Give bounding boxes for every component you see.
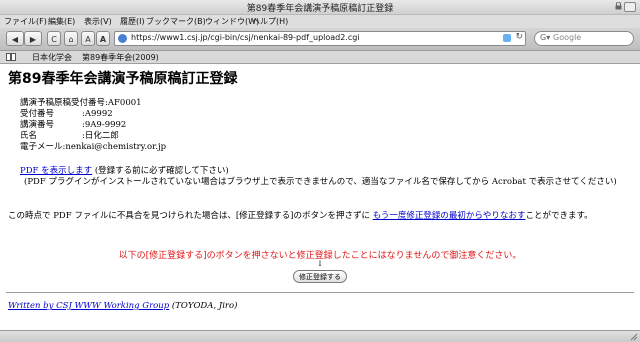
rss-icon[interactable]	[503, 34, 511, 42]
error-instructions: この時点で PDF ファイルに不具合を見つけられた場合は、[修正登録する]のボタ…	[8, 211, 633, 222]
home-button[interactable]: ⌂	[64, 31, 78, 46]
menu-help[interactable]: ヘルプ(H)	[252, 16, 288, 27]
divider	[6, 292, 634, 293]
menu-bar: ファイル(F) 編集(E) 表示(V) 履歴(I) ブックマーク(B) ウィンド…	[0, 15, 640, 28]
navigation-toolbar: ◀ ▶ C ⌂ A A https://www1.csj.jp/cgi-bin/…	[0, 28, 640, 51]
bookmarks-book-icon[interactable]	[6, 53, 16, 61]
info-value: :9A9-9992	[82, 120, 127, 130]
bookmark-csj[interactable]: 日本化学会	[32, 52, 72, 63]
info-label: 受付番号	[20, 109, 55, 119]
info-value: :nenkai@chemistry.or.jp	[62, 142, 167, 152]
info-row: 氏名 :日化二郎	[20, 131, 166, 142]
info-row: 講演番号 :9A9-9992	[20, 120, 166, 131]
info-row: 受付番号 :A9992	[20, 109, 166, 120]
info-row: 電子メール:nenkai@chemistry.or.jp	[20, 142, 166, 153]
plugin-note: (PDF プラグインがインストールされていない場合はブラウザ上で表示できませんの…	[24, 177, 617, 187]
footer: Written by CSJ WWW Working Group (TOYODA…	[8, 301, 237, 311]
info-label: 氏名	[20, 131, 38, 141]
lock-icon	[615, 2, 622, 10]
site-icon	[118, 34, 127, 43]
submit-correction-button[interactable]: 修正登録する	[293, 270, 347, 283]
forward-button[interactable]: ▶	[24, 31, 42, 46]
menu-history[interactable]: 履歴(I)	[120, 16, 145, 27]
bookmark-nenkai[interactable]: 第89春季年会(2009)	[82, 52, 159, 63]
menu-file[interactable]: ファイル(F)	[4, 16, 47, 27]
down-arrow-icon: ↓	[316, 259, 324, 268]
error-text-after: ことができます。	[525, 211, 593, 221]
page-title: 第89春季年会講演予稿原稿訂正登録	[8, 71, 238, 87]
menu-edit[interactable]: 編集(E)	[48, 16, 75, 27]
info-value: :日化二郎	[82, 131, 119, 141]
footer-author: (TOYODA, Jiro)	[169, 301, 238, 311]
pdf-view-line: PDF を表示します (登録する前に必ず確認して下さい)	[20, 166, 229, 177]
info-row: 講演予稿原稿受付番号:AF0001	[20, 98, 166, 109]
info-label: 講演予稿原稿受付番号	[20, 98, 106, 108]
info-label: 講演番号	[20, 120, 55, 130]
page-content: 第89春季年会講演予稿原稿訂正登録 講演予稿原稿受付番号:AF0001 受付番号…	[0, 64, 640, 330]
bookmarks-bar: 日本化学会 第89春季年会(2009)	[0, 51, 640, 64]
status-bar	[0, 330, 640, 342]
reload-button[interactable]: C	[47, 31, 61, 46]
resize-grip-icon[interactable]	[630, 333, 638, 341]
window-resize-toggle-button[interactable]	[624, 2, 636, 12]
text-smaller-button[interactable]: A	[81, 31, 95, 46]
restart-correction-link[interactable]: もう一度修正登録の最初からやりなおす	[373, 211, 526, 221]
menu-bookmarks[interactable]: ブックマーク(B)	[146, 16, 206, 27]
address-bar-url: https://www1.csj.jp/cgi-bin/csj/nenkai-8…	[131, 33, 360, 42]
menu-view[interactable]: 表示(V)	[84, 16, 112, 27]
footer-link[interactable]: Written by CSJ WWW Working Group	[8, 301, 169, 311]
refresh-icon[interactable]: ↻	[515, 32, 523, 42]
search-engine-icon[interactable]: G▾	[540, 33, 550, 42]
browser-window: 第89春季年会講演予稿原稿訂正登録 ファイル(F) 編集(E) 表示(V) 履歴…	[0, 0, 640, 342]
pdf-confirm-note: (登録する前に必ず確認して下さい)	[94, 166, 229, 176]
back-button[interactable]: ◀	[6, 31, 24, 46]
text-larger-button[interactable]: A	[96, 31, 110, 46]
error-text-before: この時点で PDF ファイルに不具合を見つけられた場合は、[修正登録する]のボタ…	[8, 211, 370, 221]
search-input[interactable]: G▾ Google	[534, 31, 634, 46]
info-value: :AF0001	[105, 98, 142, 108]
registration-info: 講演予稿原稿受付番号:AF0001 受付番号 :A9992 講演番号 :9A9-99…	[20, 98, 166, 153]
search-placeholder: Google	[553, 33, 582, 42]
info-value: :A9992	[82, 109, 113, 119]
address-bar[interactable]: https://www1.csj.jp/cgi-bin/csj/nenkai-8…	[114, 31, 526, 46]
window-title: 第89春季年会講演予稿原稿訂正登録	[246, 4, 394, 14]
title-bar: 第89春季年会講演予稿原稿訂正登録	[0, 0, 640, 15]
view-pdf-link[interactable]: PDF を表示します	[20, 166, 92, 176]
info-label: 電子メール	[20, 142, 63, 152]
